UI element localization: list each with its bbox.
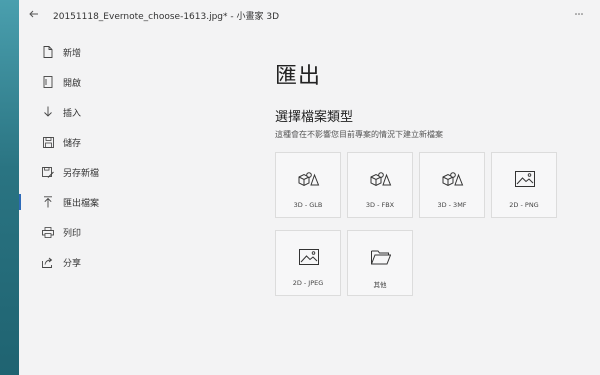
save-as-icon: [42, 166, 54, 178]
sidebar-item-export[interactable]: 匯出檔案: [19, 190, 249, 214]
export-arrow-icon: [42, 196, 54, 208]
selection-indicator: [19, 44, 21, 60]
3d-shapes-icon: [441, 169, 465, 189]
tile-label: 3D - 3MF: [437, 201, 467, 209]
more-dots-icon: [575, 13, 583, 15]
section-description: 這種會在不影響您目前專案的情況下建立新檔案: [275, 130, 443, 139]
export-tile-other[interactable]: 其他: [347, 230, 413, 296]
export-tile-3d-fbx[interactable]: 3D - FBX: [347, 152, 413, 218]
tile-label: 2D - PNG: [509, 201, 539, 209]
selection-indicator: [19, 104, 21, 120]
3d-shapes-icon: [369, 169, 393, 189]
sidebar-item-label: 列印: [63, 228, 82, 239]
tile-label: 3D - FBX: [365, 201, 395, 209]
share-icon: [42, 256, 54, 268]
selection-indicator: [19, 74, 21, 90]
sidebar-item-label: 匯出檔案: [63, 198, 100, 209]
sidebar-item-save[interactable]: 儲存: [19, 130, 249, 154]
sidebar-item-label: 新增: [63, 48, 82, 59]
save-icon: [42, 136, 54, 148]
tile-label: 其他: [373, 281, 387, 289]
open-file-icon: [42, 76, 54, 88]
print-icon: [42, 226, 54, 238]
sidebar-item-print[interactable]: 列印: [19, 220, 249, 244]
sidebar-item-insert[interactable]: 插入: [19, 100, 249, 124]
selection-indicator: [19, 194, 21, 210]
tile-label: 3D - GLB: [293, 201, 323, 209]
selection-indicator: [19, 134, 21, 150]
page-title: 匯出: [275, 64, 322, 89]
export-tile-2d-png[interactable]: 2D - PNG: [491, 152, 557, 218]
export-panel: 匯出 選擇檔案類型 這種會在不影響您目前專案的情況下建立新檔案 3D - GLB: [275, 58, 595, 296]
section-title: 選擇檔案類型: [275, 110, 354, 125]
sidebar-item-share[interactable]: 分享: [19, 250, 249, 274]
sidebar-item-label: 開啟: [63, 78, 82, 89]
selection-indicator: [19, 224, 21, 240]
image-icon: [513, 169, 537, 189]
sidebar-item-label: 分享: [63, 258, 82, 269]
paint-3d-window: 20151118_Evernote_choose-1613.jpg* - 小畫家…: [19, 0, 600, 375]
insert-arrow-icon: [42, 106, 54, 118]
folder-icon: [369, 247, 393, 267]
image-icon: [297, 247, 321, 267]
tile-label: 2D - JPEG: [292, 279, 324, 287]
sidebar-item-new[interactable]: 新增: [19, 40, 249, 64]
file-menu-sidebar: 新增 開啟 插入 儲存 另存新檔 匯出檔案 列印 分享: [19, 40, 249, 280]
new-file-icon: [42, 46, 54, 58]
sidebar-item-label: 儲存: [63, 138, 82, 149]
sidebar-item-save-as[interactable]: 另存新檔: [19, 160, 249, 184]
sidebar-item-label: 另存新檔: [63, 168, 100, 179]
back-button[interactable]: [25, 7, 43, 25]
title-bar: 20151118_Evernote_choose-1613.jpg* - 小畫家…: [19, 0, 600, 32]
selection-indicator: [19, 164, 21, 180]
3d-shapes-icon: [297, 169, 321, 189]
more-options-button[interactable]: [571, 8, 587, 24]
back-arrow-icon: [29, 10, 38, 18]
export-tile-3d-3mf[interactable]: 3D - 3MF: [419, 152, 485, 218]
selection-indicator: [19, 254, 21, 270]
sidebar-item-open[interactable]: 開啟: [19, 70, 249, 94]
export-tile-2d-jpeg[interactable]: 2D - JPEG: [275, 230, 341, 296]
sidebar-item-label: 插入: [63, 108, 82, 119]
export-tile-3d-glb[interactable]: 3D - GLB: [275, 152, 341, 218]
window-title: 20151118_Evernote_choose-1613.jpg* - 小畫家…: [53, 12, 279, 22]
